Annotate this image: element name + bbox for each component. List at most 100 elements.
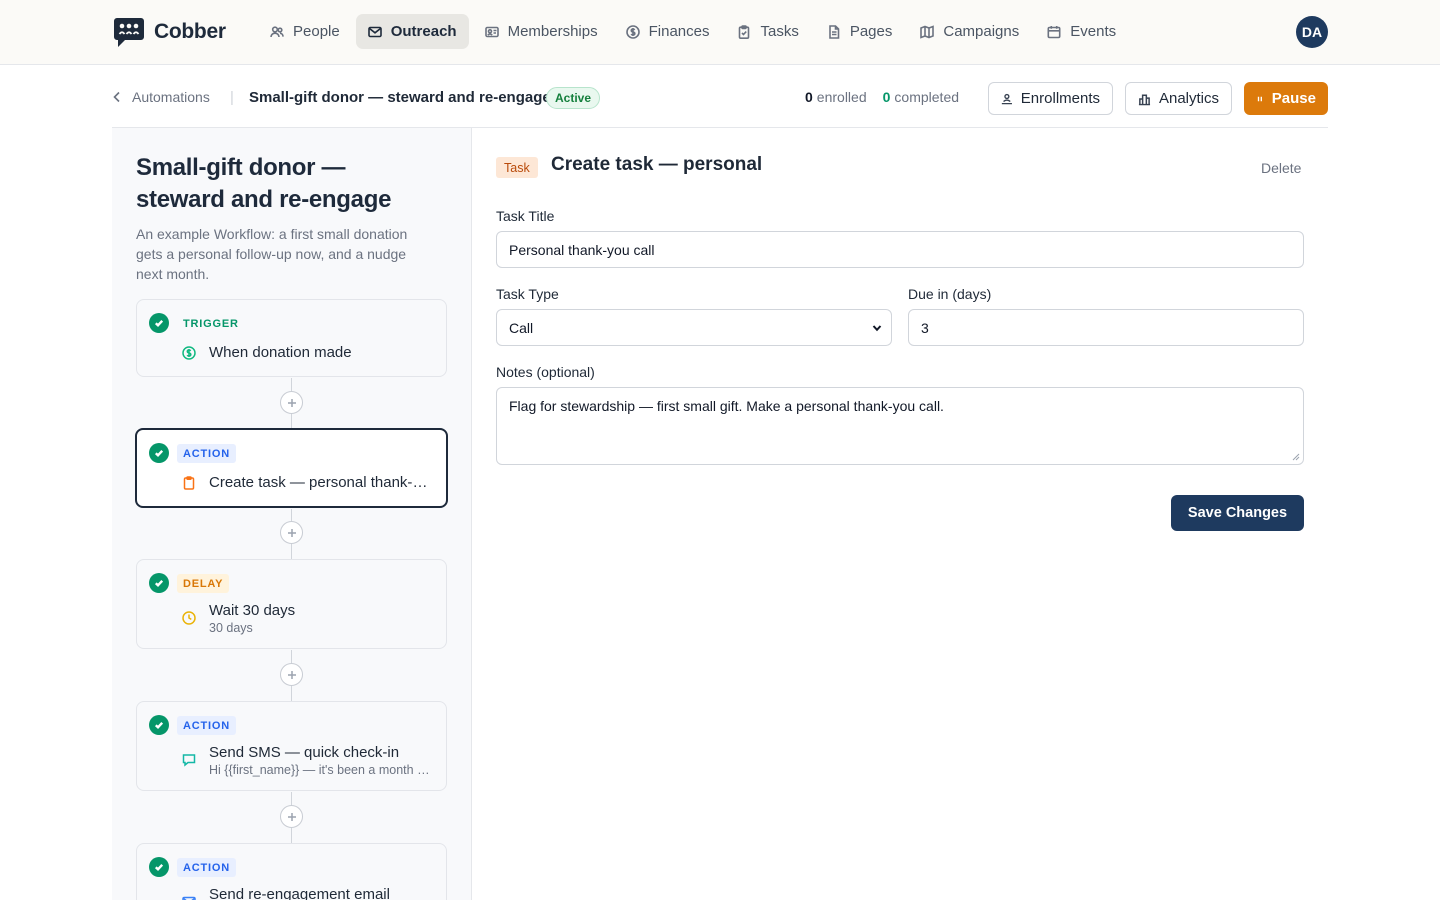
task-type-label: Task Type — [496, 286, 559, 302]
back-to-automations-link[interactable]: Automations — [112, 89, 210, 105]
nav-item-finances[interactable]: Finances — [614, 14, 722, 49]
step-title: Wait 30 days — [209, 602, 296, 619]
task-type-select[interactable]: Call — [496, 309, 892, 346]
dollar-icon — [625, 24, 640, 39]
enrolled-label: enrolled — [816, 89, 867, 105]
bar-chart-icon — [1138, 94, 1151, 105]
nav-item-label: Finances — [648, 23, 710, 40]
step-card-trigger[interactable]: TRIGGER When donation made — [136, 299, 447, 377]
brand-name: Cobber — [154, 20, 226, 43]
analytics-button[interactable]: Analytics — [1125, 82, 1232, 115]
status-badge: Active — [546, 87, 601, 109]
pause-icon — [1257, 96, 1262, 101]
check-icon — [149, 857, 169, 877]
nav-item-outreach[interactable]: Outreach — [355, 14, 469, 49]
nav-item-people[interactable]: People — [258, 14, 352, 49]
chat-icon — [181, 752, 197, 768]
task-type-value: Call — [509, 319, 534, 336]
calendar-icon — [1047, 25, 1061, 38]
mail-icon — [367, 26, 382, 37]
add-step-button[interactable] — [280, 663, 303, 686]
nav-item-pages[interactable]: Pages — [815, 14, 905, 49]
save-changes-button[interactable]: Save Changes — [1171, 495, 1304, 531]
back-label: Automations — [132, 89, 210, 105]
mail-icon — [181, 894, 197, 900]
nav-item-label: Campaigns — [943, 23, 1020, 40]
chevron-left-icon — [113, 91, 120, 103]
completed-stat: 0 completed — [883, 89, 959, 105]
nav-item-memberships[interactable]: Memberships — [473, 14, 610, 49]
workflow-steps-panel: Small-gift donor — steward and re-engage… — [112, 128, 472, 900]
nav-item-label: Outreach — [390, 23, 457, 40]
enrollments-button[interactable]: Enrollments — [988, 82, 1113, 115]
people-icon — [270, 25, 284, 37]
enrolled-stat: 0 enrolled — [805, 89, 867, 105]
task-title-label: Task Title — [496, 208, 555, 224]
step-kind: TRIGGER — [183, 317, 239, 330]
due-days-input[interactable]: 3 — [908, 309, 1304, 346]
dollar-circle-icon — [181, 345, 197, 361]
add-step-button[interactable] — [280, 521, 303, 544]
step-kind: ACTION — [177, 444, 236, 463]
analytics-label: Analytics — [1158, 90, 1219, 107]
step-card-send-email[interactable]: ACTION Send re-engagement email — [136, 843, 447, 900]
id-card-icon — [484, 26, 499, 37]
add-step-button[interactable] — [280, 391, 303, 414]
step-card-delay[interactable]: DELAY Wait 30 days 30 days — [136, 559, 447, 649]
logo[interactable]: Cobber — [112, 15, 226, 49]
workflow-name: Small-gift donor — steward and re-engage — [249, 89, 551, 106]
step-title: Create task — personal thank-you call — [209, 474, 433, 491]
chevron-down-icon — [872, 325, 882, 332]
delete-step-button[interactable]: Delete — [1261, 160, 1301, 176]
step-kind: ACTION — [177, 716, 236, 735]
check-icon — [149, 573, 169, 593]
plus-icon — [287, 528, 296, 537]
step-type-tag: Task — [496, 157, 538, 178]
task-title-value: Personal thank-you call — [509, 241, 655, 258]
main-nav: People Outreach Memberships Finances Tas… — [258, 14, 1128, 49]
step-card-create-task[interactable]: ACTION Create task — personal thank-you … — [135, 428, 448, 508]
document-icon — [829, 24, 840, 39]
nav-item-label: Tasks — [760, 23, 799, 40]
completed-count: 0 — [882, 89, 891, 105]
due-days-label: Due in (days) — [908, 286, 992, 302]
enrollments-label: Enrollments — [1020, 90, 1100, 107]
plus-icon — [287, 670, 296, 679]
notes-textarea[interactable]: Flag for stewardship — first small gift.… — [496, 387, 1304, 465]
task-type-field: Call — [496, 309, 892, 346]
plus-icon — [287, 812, 296, 821]
user-avatar[interactable]: DA — [1296, 16, 1328, 48]
breadcrumb-separator: | — [230, 89, 234, 106]
step-title: Send SMS — quick check-in — [209, 744, 400, 761]
pause-button[interactable]: Pause — [1244, 82, 1328, 115]
step-kind: DELAY — [177, 574, 230, 593]
notes-label: Notes (optional) — [496, 364, 595, 380]
workflow-title: Small-gift donor — steward and re-engage — [136, 154, 392, 213]
nav-item-tasks[interactable]: Tasks — [725, 14, 810, 49]
map-icon — [920, 24, 935, 39]
step-editor: Task Create task — personal thank-you ca… — [472, 128, 1328, 900]
step-title: Send re-engagement email — [209, 886, 390, 900]
pause-label: Pause — [1271, 90, 1316, 107]
plus-icon — [287, 398, 296, 407]
step-editor-title: Create task — personal thank-you call — [551, 154, 761, 175]
clipboard-icon — [181, 475, 197, 491]
nav-item-campaigns[interactable]: Campaigns — [908, 14, 1031, 49]
nav-item-events[interactable]: Events — [1035, 14, 1128, 49]
step-card-send-sms[interactable]: ACTION Send SMS — quick check-in Hi {{fi… — [136, 701, 447, 791]
task-title-input[interactable]: Personal thank-you call — [496, 231, 1304, 268]
top-navigation: Cobber People Outreach Memberships Finan… — [0, 0, 1440, 65]
nav-item-label: Pages — [849, 23, 893, 40]
enrollments-icon — [1001, 93, 1012, 104]
due-days-value: 3 — [921, 319, 929, 336]
add-step-button[interactable] — [280, 805, 303, 828]
workflow-header: Automations | Small-gift donor — steward… — [112, 65, 1328, 128]
nav-item-label: People — [293, 23, 340, 40]
resize-handle-icon[interactable] — [1292, 453, 1300, 461]
nav-item-label: Events — [1070, 23, 1117, 40]
check-icon — [149, 313, 169, 333]
step-subtitle: 30 days — [209, 621, 253, 635]
enrolled-count: 0 — [805, 89, 813, 105]
logo-mark-icon — [114, 18, 144, 47]
clock-icon — [181, 610, 197, 626]
